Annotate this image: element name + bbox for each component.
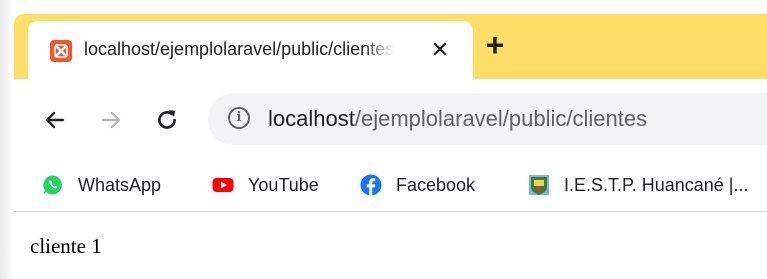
toolbar: i localhost/ejemplolaravel/public/client… xyxy=(14,79,767,159)
forward-arrow-icon xyxy=(101,111,121,129)
bookmark-facebook[interactable]: Facebook xyxy=(360,172,475,198)
bookmark-whatsapp[interactable]: WhatsApp xyxy=(42,172,161,198)
reload-button[interactable] xyxy=(152,105,182,135)
active-tab[interactable]: localhost/ejemplolaravel/public/clientes… xyxy=(28,21,473,79)
reload-icon xyxy=(158,110,176,129)
new-tab-button[interactable]: + xyxy=(482,29,508,61)
back-arrow-icon xyxy=(45,111,65,129)
bookmarks-bar: WhatsApp YouTube Facebook I.E.S.T.P. Hua… xyxy=(14,159,767,212)
url-host: localhost xyxy=(268,106,355,131)
page-content: cliente 1 xyxy=(14,212,767,279)
bookmark-label: Facebook xyxy=(396,174,476,195)
whatsapp-icon xyxy=(42,174,64,196)
tab-close-icon[interactable]: ✕ xyxy=(427,37,453,63)
bookmark-label: I.E.S.T.P. Huancané |... xyxy=(564,174,749,195)
url-text[interactable]: localhost/ejemplolaravel/public/clientes xyxy=(268,104,647,134)
iestp-logo-icon xyxy=(528,174,550,196)
facebook-icon xyxy=(360,174,382,196)
address-bar[interactable]: i localhost/ejemplolaravel/public/client… xyxy=(208,93,767,145)
bookmark-label: WhatsApp xyxy=(78,174,162,195)
tab-strip: localhost/ejemplolaravel/public/clientes… xyxy=(14,14,767,79)
xampp-icon xyxy=(50,40,72,62)
url-path: /ejemplolaravel/public/clientes xyxy=(354,106,648,131)
bookmark-label: YouTube xyxy=(248,174,319,195)
forward-button[interactable] xyxy=(96,105,126,135)
site-info-icon[interactable]: i xyxy=(228,107,250,129)
browser-window: localhost/ejemplolaravel/public/clientes… xyxy=(0,0,767,279)
back-button[interactable] xyxy=(40,105,70,135)
youtube-icon xyxy=(212,174,234,196)
tab-title: localhost/ejemplolaravel/public/clientes xyxy=(84,39,394,59)
bookmark-iestp-huancane[interactable]: I.E.S.T.P. Huancané |... xyxy=(528,172,748,198)
browser-frame: localhost/ejemplolaravel/public/clientes… xyxy=(14,14,767,279)
bookmark-youtube[interactable]: YouTube xyxy=(212,172,319,198)
client-entry: cliente 1 xyxy=(30,234,102,258)
